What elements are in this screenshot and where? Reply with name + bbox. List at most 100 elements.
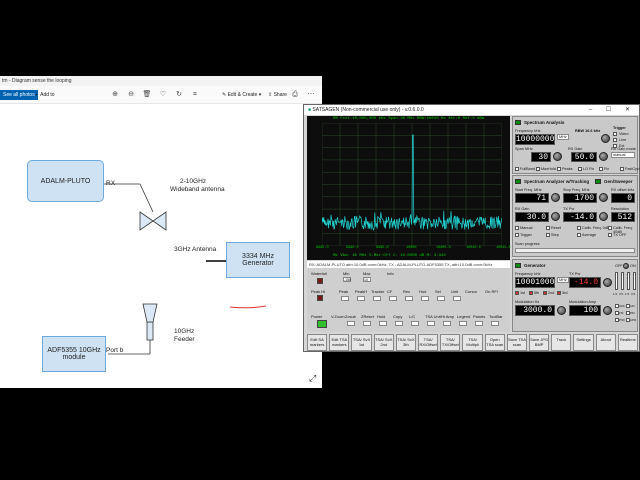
- gen-channel-checkbox-1[interactable]: [529, 291, 533, 295]
- zoom-out-icon[interactable]: ⊖: [126, 90, 136, 100]
- spectrum-display[interactable]: RB Fcnt:10,000,000 kHz Span:30 MHz RBW:1…: [307, 116, 511, 260]
- peak-control-checkbox-7[interactable]: [453, 296, 461, 301]
- min-input[interactable]: -150: [343, 277, 351, 282]
- favorite-icon[interactable]: ♡: [158, 90, 168, 100]
- peak-control-checkbox-0[interactable]: [341, 296, 349, 301]
- start-freq-knob[interactable]: [551, 193, 560, 202]
- tracking-checkbox-4[interactable]: [515, 233, 519, 237]
- tracking-checkbox-0[interactable]: [515, 226, 519, 230]
- peak-hi-button[interactable]: [317, 295, 323, 301]
- analysis-checkbox-3[interactable]: [578, 167, 582, 171]
- peak-control-checkbox-6[interactable]: [437, 296, 445, 301]
- stop-freq-knob[interactable]: [599, 193, 608, 202]
- tracking-checkbox-1[interactable]: [546, 226, 550, 230]
- tracking-checkbox-5[interactable]: [546, 233, 550, 237]
- gen-scale-bar-0[interactable]: [615, 272, 618, 290]
- bottom-button-14[interactable]: Realtime: [617, 334, 639, 351]
- rbw-knob[interactable]: [601, 134, 610, 143]
- control-checkbox-3[interactable]: [395, 321, 403, 326]
- delete-icon[interactable]: 🗑: [142, 90, 152, 100]
- tracking-checkbox-3[interactable]: [608, 226, 612, 230]
- peak-control-checkbox-1[interactable]: [357, 296, 365, 301]
- peak-control-checkbox-2[interactable]: [373, 296, 381, 301]
- bottom-button-4[interactable]: TSA/ SvX 3th: [395, 334, 417, 351]
- sweeper-led[interactable]: [595, 179, 601, 184]
- control-checkbox-8[interactable]: [475, 321, 483, 326]
- span-display[interactable]: 30: [531, 152, 551, 162]
- expand-icon[interactable]: ⤢: [309, 374, 316, 383]
- analysis-checkbox-5[interactable]: [620, 167, 624, 171]
- tracking-checkbox-2[interactable]: [577, 226, 581, 230]
- rxmode-select[interactable]: manual: [611, 152, 635, 158]
- power-button[interactable]: [317, 320, 327, 328]
- resolution-display[interactable]: 512: [611, 212, 635, 222]
- analysis-mhz-button[interactable]: MHz: [557, 134, 569, 140]
- tracking-txpw-knob[interactable]: [599, 212, 608, 221]
- bottom-button-12[interactable]: Settings: [573, 334, 594, 351]
- gen-freq-display[interactable]: 10001000: [515, 277, 555, 288]
- peak-control-checkbox-3[interactable]: [389, 296, 397, 301]
- gen-scale-bar-3[interactable]: [633, 272, 636, 290]
- gen-on-off-switch[interactable]: [623, 263, 629, 269]
- bottom-button-1[interactable]: Edit TSA markers: [329, 334, 350, 351]
- spectrum-plot[interactable]: [322, 123, 502, 246]
- start-freq-display[interactable]: 71: [515, 193, 549, 203]
- analysis-checkbox-2[interactable]: [557, 167, 561, 171]
- control-checkbox-5[interactable]: [427, 321, 435, 326]
- analysis-rxgain-display[interactable]: 50.0: [571, 152, 597, 162]
- generator-led[interactable]: [515, 263, 521, 268]
- analysis-checkbox-0[interactable]: [515, 167, 519, 171]
- control-checkbox-1[interactable]: [363, 321, 371, 326]
- bottom-button-13[interactable]: About: [595, 334, 616, 351]
- analysis-checkbox-4[interactable]: [599, 167, 603, 171]
- bottom-button-6[interactable]: TSA/ TX/Offset: [440, 334, 461, 351]
- analysis-freq-display[interactable]: 10000000: [515, 134, 555, 145]
- bottom-button-2[interactable]: TSA/ SvX 1st: [351, 334, 372, 351]
- bottom-button-7[interactable]: TSA/ Multipli: [462, 334, 483, 351]
- control-checkbox-0[interactable]: [347, 321, 355, 326]
- bottom-button-5[interactable]: TSA/ RX/Offset: [418, 334, 439, 351]
- peak-control-checkbox-5[interactable]: [421, 296, 429, 301]
- bottom-button-9[interactable]: Save TSA scan: [506, 334, 528, 351]
- trigger-radio-1[interactable]: [613, 138, 617, 142]
- share-button[interactable]: ⇪ Share: [268, 90, 287, 100]
- bottom-button-10[interactable]: Save JPG BMP: [529, 334, 550, 351]
- span-knob[interactable]: [553, 152, 562, 161]
- more-icon[interactable]: ⋯: [306, 90, 316, 100]
- tracking-led[interactable]: [515, 179, 521, 184]
- tracking-rxgain-knob[interactable]: [551, 212, 560, 221]
- control-checkbox-7[interactable]: [459, 321, 467, 326]
- waterfall-button[interactable]: [317, 278, 323, 284]
- rx-offset-display[interactable]: 0: [611, 193, 635, 203]
- bottom-button-11[interactable]: Track: [551, 334, 572, 351]
- control-checkbox-9[interactable]: [491, 321, 499, 326]
- rotate-icon[interactable]: ↻: [174, 90, 184, 100]
- peak-control-checkbox-4[interactable]: [405, 296, 413, 301]
- trigger-radio-0[interactable]: [613, 132, 617, 136]
- gen-scale-bar-2[interactable]: [627, 272, 630, 290]
- max-input[interactable]: 10: [363, 277, 371, 282]
- analysis-checkbox-1[interactable]: [536, 167, 540, 171]
- rxgain-knob[interactable]: [599, 152, 608, 161]
- bottom-button-8[interactable]: Open TSA scan: [484, 334, 505, 351]
- bottom-button-0[interactable]: Edit SA markers: [307, 334, 328, 351]
- gen-channel-checkbox-2[interactable]: [543, 291, 547, 295]
- control-checkbox-4[interactable]: [411, 321, 419, 326]
- zoom-in-icon[interactable]: ⊕: [110, 90, 120, 100]
- edit-create-button[interactable]: ✎ Edit & Create ▾: [222, 90, 261, 100]
- gen-channel-checkbox-3[interactable]: [557, 291, 561, 295]
- bottom-button-3[interactable]: TSA/ SvX 2nd: [373, 334, 394, 351]
- stop-freq-display[interactable]: 1700: [563, 193, 597, 203]
- gen-txpw-knob[interactable]: [603, 278, 612, 287]
- amp-knob[interactable]: [603, 306, 612, 315]
- tracking-rxgain-display[interactable]: 30.0: [515, 212, 549, 222]
- tracking-txpw-display[interactable]: -14.0: [563, 212, 597, 222]
- add-to-button[interactable]: ＋ Add to: [34, 90, 55, 100]
- amp-display[interactable]: 100: [569, 305, 601, 316]
- mod-knob[interactable]: [557, 306, 566, 315]
- gen-txpw-display[interactable]: -14.0: [569, 277, 601, 288]
- tracking-checkbox-7[interactable]: [608, 233, 612, 237]
- crop-icon[interactable]: ⌗: [190, 90, 200, 100]
- window-controls[interactable]: – ☐ ✕: [589, 106, 636, 113]
- control-checkbox-6[interactable]: [443, 321, 451, 326]
